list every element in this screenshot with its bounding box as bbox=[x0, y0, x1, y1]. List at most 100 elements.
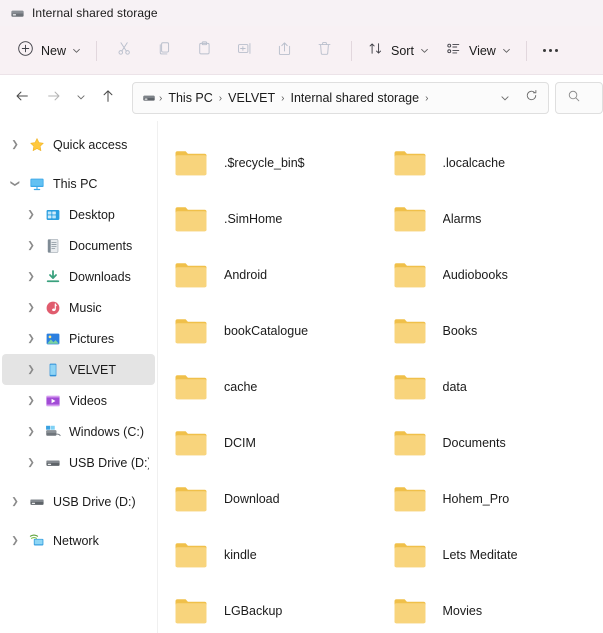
folder-name: .$recycle_bin$ bbox=[224, 156, 305, 170]
copy-icon bbox=[156, 40, 173, 62]
sidebar-item-usb-drive-d-nested[interactable]: ❯ USB Drive (D:) bbox=[2, 447, 155, 478]
sidebar-item-downloads[interactable]: ❯ Downloads bbox=[2, 261, 155, 292]
chevron-right-icon[interactable]: ❯ bbox=[20, 209, 42, 220]
sidebar-item-usb-drive-d[interactable]: ❯ USB Drive (D:) bbox=[2, 486, 155, 517]
pictures-folder-icon bbox=[42, 331, 64, 347]
chevron-right-icon[interactable]: ❯ bbox=[20, 457, 42, 468]
list-item[interactable]: .$recycle_bin$ bbox=[166, 135, 385, 191]
explorer-body: ❯ Quick access ❯ This PC ❯ Desktop ❯ Doc… bbox=[0, 121, 603, 633]
list-item[interactable]: Books bbox=[385, 303, 603, 359]
list-item[interactable]: Audiobooks bbox=[385, 247, 603, 303]
refresh-button[interactable] bbox=[518, 85, 544, 111]
breadcrumb-item-this-pc[interactable]: This PC bbox=[163, 88, 217, 108]
sidebar-item-quick-access[interactable]: ❯ Quick access bbox=[2, 129, 155, 160]
arrow-left-icon bbox=[14, 88, 30, 109]
up-button[interactable] bbox=[92, 82, 124, 114]
list-item[interactable]: data bbox=[385, 359, 603, 415]
list-item[interactable]: cache bbox=[166, 359, 385, 415]
folder-name: Audiobooks bbox=[442, 268, 508, 282]
sidebar-item-pictures[interactable]: ❯ Pictures bbox=[2, 323, 155, 354]
share-button[interactable] bbox=[264, 35, 304, 67]
list-item[interactable]: Alarms bbox=[385, 191, 603, 247]
chevron-right-icon[interactable]: ❯ bbox=[4, 139, 26, 150]
sidebar-item-network[interactable]: ❯ Network bbox=[2, 525, 155, 556]
breadcrumb-item-velvet[interactable]: VELVET bbox=[223, 88, 280, 108]
cut-button[interactable] bbox=[104, 35, 144, 67]
new-button-label: New bbox=[41, 43, 67, 58]
sort-button[interactable]: Sort bbox=[359, 35, 437, 67]
arrow-right-icon bbox=[46, 88, 62, 109]
chevron-right-icon[interactable]: ❯ bbox=[4, 535, 26, 546]
list-item[interactable]: Documents bbox=[385, 415, 603, 471]
search-input[interactable] bbox=[555, 82, 603, 114]
chevron-right-icon[interactable]: ❯ bbox=[20, 364, 42, 375]
folder-name: bookCatalogue bbox=[224, 324, 309, 338]
new-button[interactable]: New bbox=[9, 35, 89, 67]
view-button[interactable]: View bbox=[437, 35, 519, 67]
sort-button-label: Sort bbox=[391, 43, 414, 58]
file-explorer-window: Internal shared storage New Sort View › … bbox=[0, 0, 603, 633]
chevron-down-icon[interactable]: ❯ bbox=[10, 173, 21, 195]
folder-icon bbox=[174, 372, 210, 402]
list-item[interactable]: Lets Meditate bbox=[385, 527, 603, 583]
breadcrumb-separator: › bbox=[425, 92, 429, 104]
folder-icon bbox=[174, 148, 210, 178]
folder-icon bbox=[174, 540, 210, 570]
folder-name: Download bbox=[224, 492, 280, 506]
folder-icon bbox=[174, 596, 210, 626]
ellipsis-icon bbox=[543, 49, 559, 52]
sort-arrows-icon bbox=[367, 40, 384, 62]
back-button[interactable] bbox=[6, 82, 38, 114]
see-more-button[interactable] bbox=[536, 35, 566, 67]
breadcrumb-dropdown-button[interactable] bbox=[492, 85, 518, 111]
list-item[interactable]: .SimHome bbox=[166, 191, 385, 247]
forward-button[interactable] bbox=[38, 82, 70, 114]
paste-button[interactable] bbox=[184, 35, 224, 67]
breadcrumb-item-internal-shared-storage[interactable]: Internal shared storage bbox=[286, 88, 425, 108]
address-bar: › This PC › VELVET › Internal shared sto… bbox=[0, 75, 603, 121]
delete-button[interactable] bbox=[304, 35, 344, 67]
title-bar: Internal shared storage bbox=[0, 0, 603, 26]
sidebar-item-this-pc[interactable]: ❯ This PC bbox=[2, 168, 155, 199]
rename-button[interactable] bbox=[224, 35, 264, 67]
list-item[interactable]: Hohem_Pro bbox=[385, 471, 603, 527]
folder-icon bbox=[393, 596, 429, 626]
list-item[interactable]: Movies bbox=[385, 583, 603, 633]
chevron-down-icon bbox=[502, 42, 511, 60]
sidebar-item-label: Downloads bbox=[69, 269, 131, 284]
monitor-icon bbox=[26, 176, 48, 192]
list-item[interactable]: DCIM bbox=[166, 415, 385, 471]
chevron-right-icon[interactable]: ❯ bbox=[20, 395, 42, 406]
sidebar-item-documents[interactable]: ❯ Documents bbox=[2, 230, 155, 261]
sidebar-item-label: VELVET bbox=[69, 362, 117, 377]
sidebar-item-videos[interactable]: ❯ Videos bbox=[2, 385, 155, 416]
list-item[interactable]: Download bbox=[166, 471, 385, 527]
folder-name: DCIM bbox=[224, 436, 256, 450]
chevron-right-icon[interactable]: ❯ bbox=[20, 426, 42, 437]
breadcrumb[interactable]: › This PC › VELVET › Internal shared sto… bbox=[132, 82, 549, 114]
folder-grid: .$recycle_bin$ .localcache .SimHome Alar… bbox=[158, 135, 603, 633]
chevron-right-icon[interactable]: ❯ bbox=[20, 240, 42, 251]
chevron-right-icon[interactable]: ❯ bbox=[20, 333, 42, 344]
list-item[interactable]: bookCatalogue bbox=[166, 303, 385, 359]
list-item[interactable]: kindle bbox=[166, 527, 385, 583]
sidebar-item-music[interactable]: ❯ Music bbox=[2, 292, 155, 323]
sidebar-item-windows-c[interactable]: ❯ Windows (C:) bbox=[2, 416, 155, 447]
recent-locations-button[interactable] bbox=[70, 82, 92, 114]
sidebar-item-desktop[interactable]: ❯ Desktop bbox=[2, 199, 155, 230]
list-item[interactable]: .localcache bbox=[385, 135, 603, 191]
device-drive-icon bbox=[142, 91, 156, 105]
star-icon bbox=[26, 137, 48, 153]
list-item[interactable]: LGBackup bbox=[166, 583, 385, 633]
command-bar: New Sort View bbox=[0, 26, 603, 75]
sidebar-item-label: Music bbox=[69, 300, 102, 315]
folder-icon bbox=[393, 372, 429, 402]
chevron-right-icon[interactable]: ❯ bbox=[4, 496, 26, 507]
chevron-right-icon[interactable]: ❯ bbox=[20, 271, 42, 282]
sidebar-item-velvet[interactable]: ❯ VELVET bbox=[2, 354, 155, 385]
plus-circle-icon bbox=[17, 40, 34, 62]
chevron-right-icon[interactable]: ❯ bbox=[20, 302, 42, 313]
list-item[interactable]: Android bbox=[166, 247, 385, 303]
copy-button[interactable] bbox=[144, 35, 184, 67]
